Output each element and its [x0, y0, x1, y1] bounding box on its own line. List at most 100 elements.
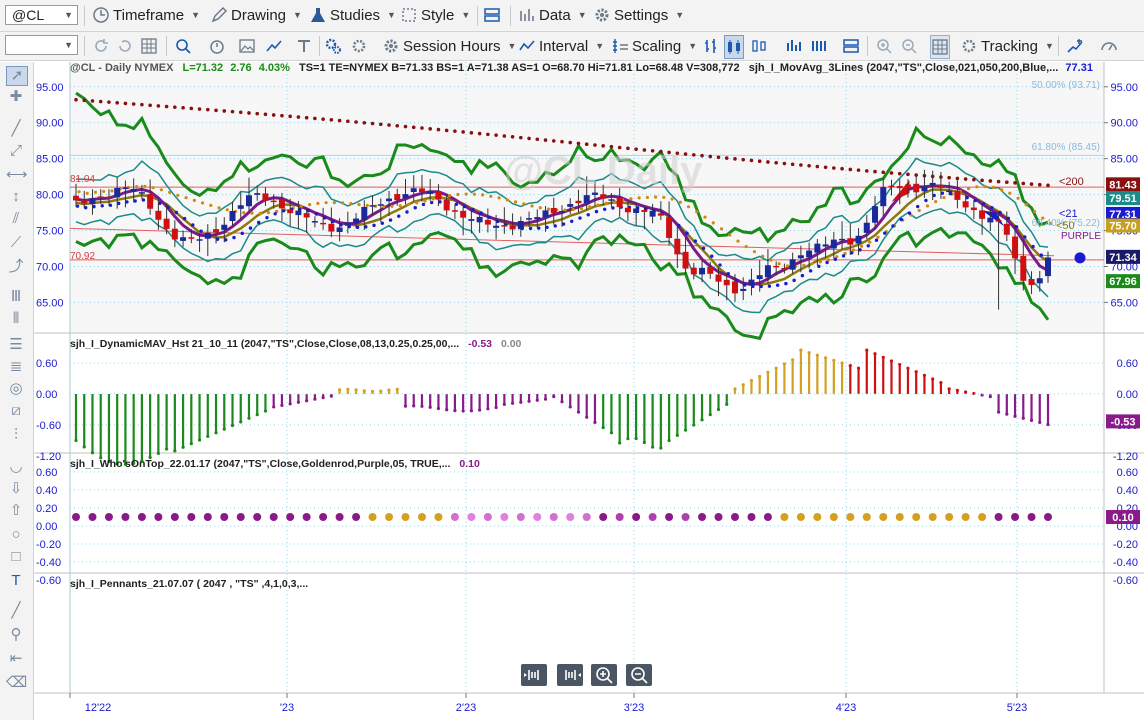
drawing-menu[interactable]: Drawing ▼	[210, 4, 302, 26]
ma21-dot	[677, 223, 681, 228]
pane2-tick-label: 0.60	[1117, 358, 1138, 370]
session-hours-menu[interactable]: Session Hours ▼	[382, 35, 516, 57]
text-tool-icon[interactable]: T	[6, 572, 26, 590]
style-menu[interactable]: Style ▼	[400, 4, 470, 26]
pitchfork-tool-icon[interactable]: ⤴	[6, 258, 26, 276]
pointer-tool-icon[interactable]: ➚	[6, 66, 28, 86]
point-figure-button[interactable]	[810, 35, 828, 57]
fib-fan-tool-icon[interactable]: ⧄	[6, 402, 26, 420]
candle-body	[361, 206, 368, 220]
bar-chart-button[interactable]	[702, 35, 720, 57]
parallel-lines-tool-icon[interactable]: ⫽	[6, 210, 26, 228]
chevron-down-icon[interactable]: ▼	[64, 36, 73, 54]
down-arrow-tool-icon[interactable]: ⇩	[6, 480, 26, 498]
symbol-settings-icon	[350, 37, 368, 55]
refresh-button[interactable]	[92, 35, 110, 57]
symbol-input[interactable]: @CL ▼	[5, 5, 78, 25]
interval-menu[interactable]: Interval ▼	[518, 35, 604, 57]
pane3-tick-label: -0.40	[1113, 557, 1138, 569]
candle-body	[410, 188, 417, 192]
histogram-bar-cap	[395, 387, 399, 391]
fib-time-tool-icon[interactable]: ⦀	[6, 310, 26, 328]
eraser-tool-icon[interactable]: ⌫	[6, 674, 27, 692]
volume-bars-button[interactable]	[785, 35, 803, 57]
candle-body	[657, 213, 664, 216]
drawing-tools-bar: ➚ ✚ ╱ ⤢ ⟷ ↕ ⫽ ⟋ ⤴ Ⅲ ⦀ ☰ ≣ ◎ ⧄ ⫶ ◡ ⇩ ⇧ ○ …	[0, 62, 34, 720]
up-arrow-tool-icon[interactable]: ⇧	[6, 502, 26, 520]
draw-line-button[interactable]	[265, 35, 283, 57]
arc-tool-icon[interactable]: ◡	[6, 458, 26, 476]
data-window-button[interactable]	[930, 35, 950, 59]
layout-button[interactable]	[483, 4, 501, 26]
zoom-out-button[interactable]	[900, 35, 918, 57]
data-menu[interactable]: Data ▼	[518, 4, 587, 26]
histogram-bar-cap	[206, 434, 210, 438]
ma200-dot	[403, 124, 408, 129]
ma200-dot	[906, 172, 910, 177]
crosshair-tool-icon[interactable]: ✚	[6, 88, 26, 106]
hollow-candle-icon	[750, 37, 768, 55]
whos-on-top-dot	[88, 513, 97, 521]
pane2-left-tick-label: 0.00	[36, 389, 57, 401]
price-tick-label: 90.00	[1110, 118, 1138, 130]
zoom-in-icon	[875, 37, 893, 55]
tracking-menu[interactable]: Tracking ▼	[960, 35, 1054, 57]
chevron-down-icon[interactable]: ▼	[64, 6, 73, 24]
zoom-in-button[interactable]	[875, 35, 893, 57]
channel-tool-icon[interactable]: ⟋	[6, 234, 26, 252]
grid-button[interactable]	[140, 35, 158, 57]
studies-menu[interactable]: Studies ▼	[309, 4, 396, 26]
format-button[interactable]	[324, 35, 342, 57]
vertical-line-tool-icon[interactable]: ↕	[6, 188, 26, 206]
timer-button[interactable]	[208, 35, 226, 57]
ma50-dot	[785, 264, 790, 268]
ma21-dot	[899, 217, 903, 222]
candlestick-button[interactable]	[724, 35, 744, 59]
line-tool-icon[interactable]: ╱	[6, 602, 26, 620]
timeframe-menu[interactable]: Timeframe ▼	[92, 4, 200, 26]
find-button[interactable]	[174, 35, 192, 57]
zoom-in-button[interactable]	[591, 664, 617, 686]
candle-body	[311, 221, 318, 223]
horizontal-line-tool-icon[interactable]: ⟷	[6, 166, 28, 184]
time-marker-tool-icon[interactable]: ⇤	[6, 650, 26, 668]
scaling-menu[interactable]: Scaling ▼	[611, 35, 697, 57]
fib-extension-tool-icon[interactable]: ≣	[6, 358, 26, 376]
candle-body	[418, 188, 425, 193]
ma21-dot	[907, 211, 912, 215]
speed-lines-tool-icon[interactable]: ⫶	[6, 426, 26, 444]
text-button[interactable]	[295, 35, 313, 57]
candle-body	[855, 235, 862, 244]
ray-tool-icon[interactable]: ⤢	[6, 142, 26, 160]
fib-retracement-tool-icon[interactable]: ☰	[6, 336, 26, 354]
rectangle-tool-icon[interactable]: □	[6, 548, 26, 566]
subgraph-button[interactable]	[842, 35, 860, 57]
candle-body	[839, 238, 846, 241]
hollow-candle-button[interactable]	[750, 35, 768, 57]
price-marker-tool-icon[interactable]: ⚲	[6, 626, 26, 644]
histogram-bar-cap	[535, 398, 539, 402]
workspace-select[interactable]: ▼	[5, 35, 78, 55]
reload-button[interactable]	[116, 35, 134, 57]
settings-menu[interactable]: Settings ▼	[593, 4, 684, 26]
ellipse-tool-icon[interactable]: ○	[6, 526, 26, 544]
ma50-dot	[983, 184, 987, 189]
candle-body	[929, 182, 936, 186]
fib-circle-tool-icon[interactable]: ◎	[6, 380, 26, 398]
ma50-dot	[489, 194, 493, 198]
trendline-tool-icon[interactable]: ╱	[6, 120, 26, 138]
image-button[interactable]	[238, 35, 256, 57]
ma200-dot	[832, 166, 836, 170]
zoom-out-button[interactable]	[626, 664, 652, 686]
speedometer-button[interactable]	[1100, 35, 1118, 57]
symbol-value: @CL	[12, 7, 45, 23]
chart-area[interactable]: @CL Daily @CL - Daily NYMEX L=71.32 2.76…	[34, 62, 1144, 720]
fib-label: 61.80% (85.45)	[1032, 142, 1100, 153]
gann-tool-icon[interactable]: Ⅲ	[6, 288, 26, 306]
divider	[84, 6, 85, 26]
whos-on-top-dot	[187, 513, 196, 521]
trend-add-button[interactable]	[1066, 35, 1084, 57]
scroll-left-button[interactable]	[521, 664, 547, 686]
scroll-right-button[interactable]	[557, 664, 583, 686]
symbol-settings-button[interactable]	[350, 35, 368, 57]
